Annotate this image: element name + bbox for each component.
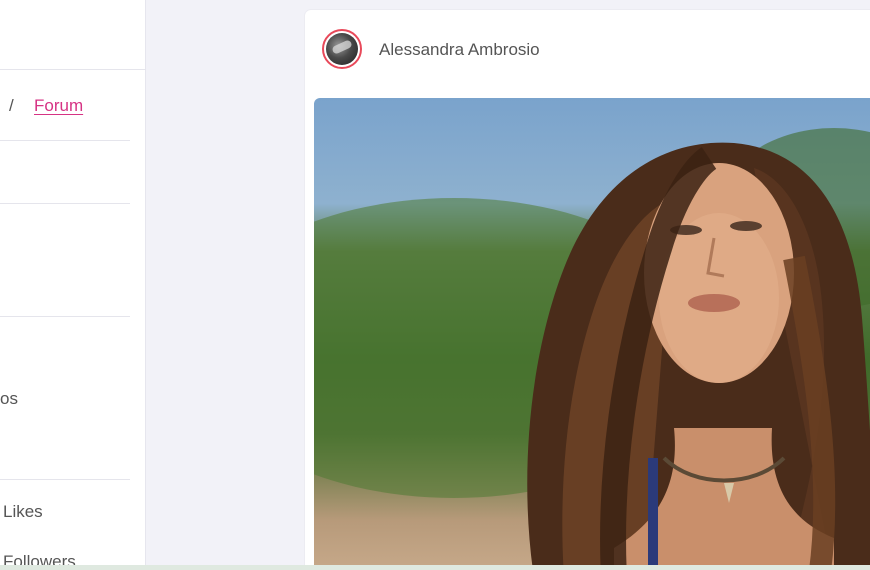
photo-portrait-icon	[314, 128, 870, 570]
page: / Forum os Likes Followers Alessandra Am…	[0, 0, 870, 570]
sidebar-divider	[0, 69, 146, 70]
author-avatar[interactable]	[322, 29, 362, 69]
post-image[interactable]	[314, 98, 870, 570]
post-author-name[interactable]: Alessandra Ambrosio	[379, 40, 540, 60]
post-card: Alessandra Ambrosio	[305, 10, 870, 570]
sidebar-divider	[0, 140, 130, 141]
user-avatar-icon	[326, 33, 358, 65]
bottom-bar	[0, 565, 870, 570]
sidebar-divider	[0, 316, 130, 317]
sidebar-divider	[0, 203, 130, 204]
sidebar-divider	[0, 479, 130, 480]
breadcrumb-separator: /	[9, 96, 14, 115]
sidebar: / Forum os Likes Followers	[0, 0, 146, 570]
sidebar-item-partial[interactable]: os	[0, 389, 18, 409]
sidebar-item-likes[interactable]: Likes	[3, 502, 43, 522]
breadcrumb-forum-link[interactable]: Forum	[34, 96, 83, 116]
